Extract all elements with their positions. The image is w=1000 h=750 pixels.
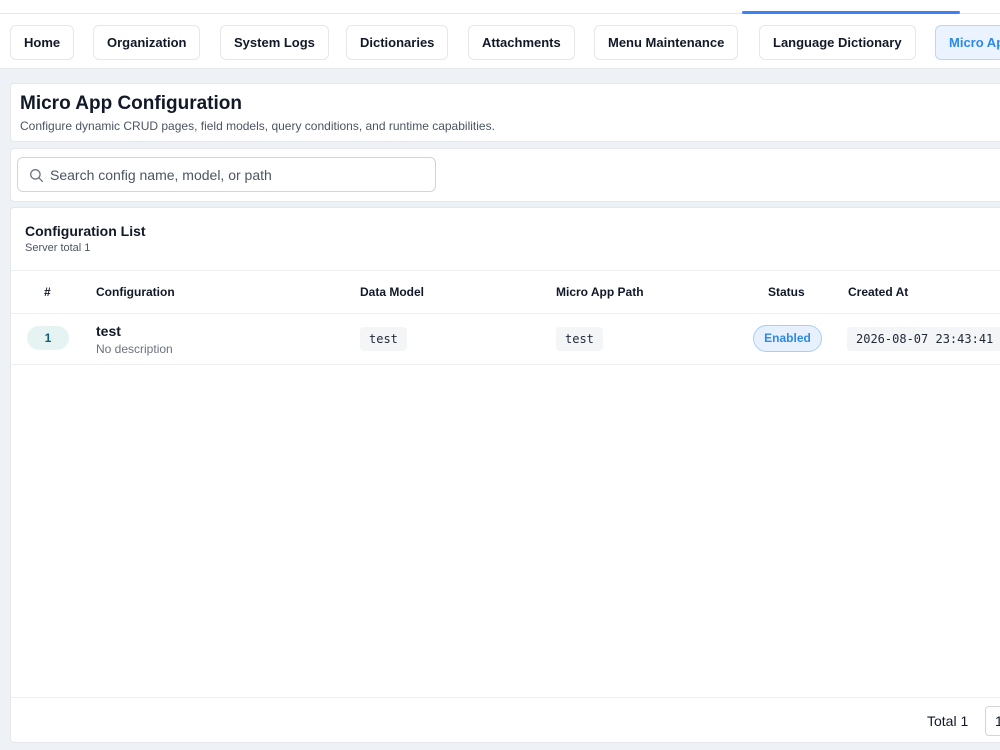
tab-organization[interactable]: Organization [93, 25, 201, 60]
column-status: Status [768, 285, 805, 299]
tab-menu-maintenance[interactable]: Menu Maintenance [594, 25, 739, 60]
column-configuration: Configuration [96, 285, 175, 299]
top-bar [0, 0, 1000, 14]
status-badge: Enabled [753, 325, 822, 352]
column-micro-app-path: Micro App Path [556, 285, 644, 299]
tab-language-dictionary[interactable]: Language Dictionary [759, 25, 916, 60]
created-at-chip: 2026-08-07 23:43:41 [847, 327, 1000, 351]
page-header: Micro App Configuration Configure dynami… [10, 83, 1000, 142]
table-header: # Configuration Data Model Micro App Pat… [11, 270, 1000, 314]
tab-system-logs[interactable]: System Logs [220, 25, 329, 60]
page-size-select[interactable]: 1 [985, 706, 1000, 736]
configuration-list: Configuration List Server total 1 # Conf… [10, 207, 1000, 743]
tab-dictionaries[interactable]: Dictionaries [346, 25, 449, 60]
micro-app-path-chip: test [556, 327, 603, 351]
tab-attachments[interactable]: Attachments [468, 25, 575, 60]
row-index-badge: 1 [27, 326, 69, 350]
search-input[interactable] [50, 159, 430, 190]
list-subtitle: Server total 1 [25, 242, 91, 254]
search-icon [30, 169, 44, 183]
data-model-chip: test [360, 327, 407, 351]
column-index: # [44, 285, 51, 299]
page-subtitle: Configure dynamic CRUD pages, field mode… [20, 119, 495, 133]
tab-micro-app-configuration[interactable]: Micro App Configuration [935, 25, 1000, 60]
total-count: Total 1 [927, 713, 969, 729]
pagination-bar: Total 1 1 [11, 697, 1000, 744]
config-description: No description [96, 342, 173, 356]
column-data-model: Data Model [360, 285, 425, 299]
column-created-at: Created At [848, 285, 909, 299]
tab-home[interactable]: Home [10, 25, 75, 60]
tab-bar: Home Organization System Logs Dictionari… [0, 14, 1000, 69]
table-row[interactable]: 1 test No description test test Enabled … [11, 314, 1000, 365]
page-title: Micro App Configuration [20, 93, 242, 114]
list-title: Configuration List [25, 223, 146, 239]
search-card [10, 148, 1000, 202]
search-box[interactable] [17, 157, 436, 192]
config-name[interactable]: test [96, 323, 121, 339]
